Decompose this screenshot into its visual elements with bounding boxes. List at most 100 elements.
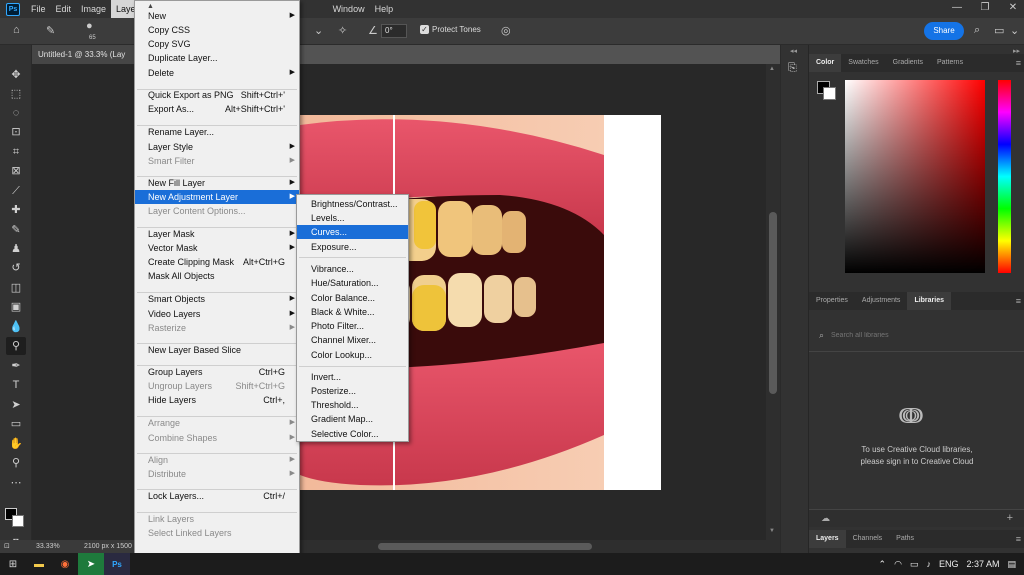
submenu-item-selective-color[interactable]: Selective Color... bbox=[297, 427, 408, 441]
move-tool-icon[interactable]: ✥ bbox=[6, 66, 26, 84]
submenu-item-black-white[interactable]: Black & White... bbox=[297, 305, 408, 319]
collapse-arrows-icon[interactable]: ◂◂ bbox=[790, 47, 797, 55]
file-explorer-icon[interactable]: ▬ bbox=[26, 553, 52, 575]
libraries-menu-icon[interactable]: ≡ bbox=[1016, 296, 1021, 306]
menu-item-distribute[interactable]: Distribute ▶ bbox=[135, 467, 299, 481]
path-select-tool-icon[interactable]: ➤ bbox=[6, 396, 26, 414]
submenu-item-hue-saturation[interactable]: Hue/Saturation... bbox=[297, 276, 408, 290]
photoshop-taskbar-icon[interactable]: Ps bbox=[104, 553, 130, 575]
add-library-icon[interactable]: + bbox=[1007, 512, 1013, 524]
submenu-item-exposure[interactable]: Exposure... bbox=[297, 240, 408, 254]
menu-item-create-clipping-mask[interactable]: Create Clipping Mask Alt+Ctrl+G bbox=[135, 255, 299, 269]
submenu-item-brightness-contrast[interactable]: Brightness/Contrast... bbox=[297, 197, 408, 211]
volume-icon[interactable]: ♪ bbox=[926, 559, 931, 569]
menu-file[interactable]: File bbox=[26, 0, 51, 18]
eraser-tool-icon[interactable]: ◫ bbox=[6, 279, 26, 297]
quick-select-tool-icon[interactable]: ⊡ bbox=[6, 123, 26, 141]
menu-item-select-linked-layers[interactable]: Select Linked Layers bbox=[135, 526, 299, 540]
workspace-icon[interactable]: ▭ bbox=[994, 24, 1004, 37]
protect-tones-checkbox[interactable]: ✓ Protect Tones bbox=[420, 25, 481, 34]
menu-item-export-as[interactable]: Export As... Alt+Shift+Ctrl+' bbox=[135, 102, 299, 116]
submenu-item-color-balance[interactable]: Color Balance... bbox=[297, 291, 408, 305]
tab-patterns[interactable]: Patterns bbox=[930, 54, 970, 72]
workspace-chevron-icon[interactable]: ⌄ bbox=[1010, 24, 1019, 37]
tab-color[interactable]: Color bbox=[809, 54, 842, 72]
menu-item-duplicate-layer[interactable]: Duplicate Layer... bbox=[135, 51, 299, 65]
zoom-level[interactable]: 33.33% bbox=[36, 540, 60, 553]
windows-start-icon[interactable]: ⊞ bbox=[0, 553, 26, 575]
search-icon[interactable]: ⌕ bbox=[974, 24, 980, 37]
frame-tool-icon[interactable]: ⊠ bbox=[6, 162, 26, 180]
rectangle-tool-icon[interactable]: ▭ bbox=[6, 415, 26, 433]
tab-swatches[interactable]: Swatches bbox=[841, 54, 885, 72]
clock[interactable]: 2:37 AM bbox=[966, 559, 999, 569]
menu-item-video-layers[interactable]: Video Layers ▶ bbox=[135, 307, 299, 321]
restore-icon[interactable]: ❐ bbox=[978, 2, 992, 13]
menu-edit[interactable]: Edit bbox=[51, 0, 77, 18]
menu-item-new-layer-based-slice[interactable]: New Layer Based Slice bbox=[135, 343, 299, 357]
battery-icon[interactable]: ▭ bbox=[910, 559, 919, 570]
menu-item-new-fill-layer[interactable]: New Fill Layer ▶ bbox=[135, 176, 299, 190]
tab-channels[interactable]: Channels bbox=[846, 530, 890, 548]
menu-item-new[interactable]: New ▶ bbox=[135, 9, 299, 23]
tab-layers[interactable]: Layers bbox=[809, 530, 846, 548]
library-search-input[interactable] bbox=[831, 328, 1015, 342]
notifications-icon[interactable]: ▤ bbox=[1007, 559, 1016, 570]
green-app-icon[interactable]: ➤ bbox=[78, 553, 104, 575]
history-brush-tool-icon[interactable]: ↺ bbox=[6, 259, 26, 277]
menu-item-lock-layers[interactable]: Lock Layers... Ctrl+/ bbox=[135, 489, 299, 503]
dodge-tool-icon[interactable]: ⚲ bbox=[6, 337, 26, 355]
submenu-item-channel-mixer[interactable]: Channel Mixer... bbox=[297, 333, 408, 347]
close-icon[interactable]: ✕ bbox=[1006, 2, 1020, 13]
language-indicator[interactable]: ENG bbox=[939, 559, 959, 569]
type-tool-icon[interactable]: T bbox=[6, 376, 26, 394]
brush-tool-icon[interactable]: ✎ bbox=[6, 221, 26, 239]
pen-tool-icon[interactable]: ✒ bbox=[6, 357, 26, 375]
menu-item-copy-svg[interactable]: Copy SVG bbox=[135, 37, 299, 51]
lasso-tool-icon[interactable]: ◌ bbox=[6, 104, 26, 122]
vertical-scrollbar[interactable]: ▲ ▼ bbox=[766, 64, 780, 540]
healing-brush-tool-icon[interactable]: ✚ bbox=[6, 201, 26, 219]
chevron-up-icon[interactable]: ⌃ bbox=[879, 559, 887, 570]
network-icon[interactable]: ◠ bbox=[894, 559, 902, 570]
tab-adjustments[interactable]: Adjustments bbox=[855, 292, 908, 310]
menu-item-arrange[interactable]: Arrange ▶ bbox=[135, 416, 299, 430]
menu-item-align[interactable]: Align ▶ bbox=[135, 453, 299, 467]
blur-tool-icon[interactable]: 💧 bbox=[6, 318, 26, 336]
clone-stamp-tool-icon[interactable]: ♟ bbox=[6, 240, 26, 258]
submenu-item-posterize[interactable]: Posterize... bbox=[297, 384, 408, 398]
firefox-icon[interactable]: ◉ bbox=[52, 553, 78, 575]
submenu-item-photo-filter[interactable]: Photo Filter... bbox=[297, 319, 408, 333]
submenu-item-invert[interactable]: Invert... bbox=[297, 370, 408, 384]
menu-item-smart-objects[interactable]: Smart Objects ▶ bbox=[135, 292, 299, 306]
airbrush-icon[interactable]: ✧ bbox=[338, 24, 347, 37]
menu-item-vector-mask[interactable]: Vector Mask ▶ bbox=[135, 241, 299, 255]
tab-properties[interactable]: Properties bbox=[809, 292, 855, 310]
marquee-tool-icon[interactable]: ⬚ bbox=[6, 85, 26, 103]
more-tools-icon[interactable]: ⋯ bbox=[6, 474, 26, 492]
menu-item-layer-style[interactable]: Layer Style ▶ bbox=[135, 140, 299, 154]
hand-tool-icon[interactable]: ✋ bbox=[6, 435, 26, 453]
zoom-tool-icon[interactable]: ⚲ bbox=[6, 454, 26, 472]
hue-slider[interactable] bbox=[998, 80, 1011, 273]
menu-window[interactable]: Window bbox=[328, 0, 370, 18]
menu-item-layer-mask[interactable]: Layer Mask ▶ bbox=[135, 227, 299, 241]
crop-tool-icon[interactable]: ⌗ bbox=[6, 143, 26, 161]
home-icon[interactable]: ⌂ bbox=[13, 24, 20, 36]
color-field[interactable] bbox=[845, 80, 985, 273]
panel-menu-icon[interactable]: ≡ bbox=[1016, 58, 1021, 68]
cloud-sync-icon[interactable]: ☁ bbox=[821, 513, 830, 524]
panel-background-swatch[interactable] bbox=[823, 87, 836, 100]
menu-item-combine-shapes[interactable]: Combine Shapes ▶ bbox=[135, 431, 299, 445]
gradient-tool-icon[interactable]: ▣ bbox=[6, 298, 26, 316]
tab-libraries[interactable]: Libraries bbox=[907, 292, 952, 310]
menu-image[interactable]: Image bbox=[76, 0, 111, 18]
menu-item-hide-layers[interactable]: Hide Layers Ctrl+, bbox=[135, 393, 299, 407]
menu-item-new-adjustment-layer[interactable]: New Adjustment Layer ▶ bbox=[135, 190, 299, 204]
tab-paths[interactable]: Paths bbox=[889, 530, 921, 548]
vertical-scroll-thumb[interactable] bbox=[769, 212, 777, 394]
menu-help[interactable]: Help bbox=[370, 0, 399, 18]
menu-item-quick-export-as-png[interactable]: Quick Export as PNG Shift+Ctrl+' bbox=[135, 88, 299, 102]
tab-gradients[interactable]: Gradients bbox=[886, 54, 930, 72]
minimize-icon[interactable]: — bbox=[950, 2, 964, 13]
